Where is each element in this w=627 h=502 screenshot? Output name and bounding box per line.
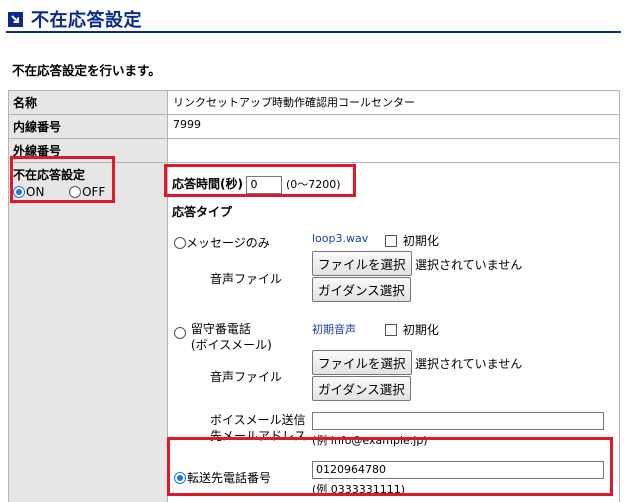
message-only-reset[interactable]: 初期化 (385, 232, 439, 249)
voicemail-file-status: 選択されていません (415, 357, 523, 371)
table-row: 不在応答設定 ON OFF 応答時間(秒) 0 (0〜7200) 応答タイプ メ… (8, 162, 620, 502)
radio-empty-icon[interactable] (69, 186, 82, 198)
message-only-option[interactable]: メッセージのみ (174, 234, 270, 251)
forward-number-example: (例 0333331111) (312, 483, 406, 496)
extension-value: 7999 (167, 114, 620, 139)
voicemail-option[interactable]: 留守番電話 (ボイスメール) (174, 321, 272, 353)
voicemail-audio-label: 音声ファイル (210, 370, 283, 384)
voicemail-guidance-wrap: ガイダンス選択 (312, 376, 411, 401)
page-title: 不在応答設定 (31, 10, 142, 31)
voicemail-label-line2: (ボイスメール) (190, 338, 272, 352)
page-header: 不在応答設定 (8, 7, 142, 31)
voicemail-email-input[interactable] (312, 412, 604, 430)
voicemail-file-picker: ファイルを選択 選択されていません (312, 350, 522, 375)
voicemail-reset[interactable]: 初期化 (385, 321, 439, 338)
checkbox-icon[interactable] (385, 324, 397, 336)
response-time-range: (0〜7200) (285, 178, 341, 191)
voicemail-guidance-button[interactable]: ガイダンス選択 (312, 376, 411, 401)
voicemail-file-button[interactable]: ファイルを選択 (312, 350, 412, 375)
table-row: 外線番号 (8, 138, 620, 163)
response-time-label: 応答時間(秒) (172, 177, 243, 191)
table-row: 内線番号 7999 (8, 114, 620, 139)
settings-table: 名称 リンクセットアップ時動作確認用コールセンター 内線番号 7999 外線番号… (8, 90, 620, 502)
voicemail-email-label: ボイスメール送信 先メールアドレス (210, 412, 306, 444)
radio-selected-icon[interactable] (174, 472, 186, 484)
absence-cell: 不在応答設定 ON OFF (8, 162, 168, 502)
name-value: リンクセットアップ時動作確認用コールセンター (167, 90, 620, 115)
header-divider (6, 31, 621, 33)
voicemail-file-name[interactable]: 初期音声 (312, 321, 356, 337)
forward-label: 転送先電話番号 (187, 471, 272, 485)
arrow-down-right-icon (8, 11, 23, 27)
forward-number-input[interactable]: 0120964780 (312, 461, 604, 479)
radio-empty-icon[interactable] (174, 327, 186, 339)
name-label: 名称 (8, 90, 168, 115)
external-value (167, 138, 620, 163)
response-time-input[interactable]: 0 (246, 176, 283, 194)
response-type-label: 応答タイプ (172, 205, 233, 219)
message-only-audio-label: 音声ファイル (210, 272, 283, 286)
absence-off-radio[interactable] (69, 185, 82, 199)
message-only-file-picker: ファイルを選択 選択されていません (312, 251, 522, 276)
absence-on-radio[interactable] (13, 185, 25, 199)
response-time-group: 応答時間(秒) 0 (0〜7200) (172, 175, 341, 194)
response-settings-cell: 応答時間(秒) 0 (0〜7200) 応答タイプ メッセージのみ loop3.w… (167, 162, 620, 502)
message-only-label: メッセージのみ (186, 236, 270, 250)
message-only-file-status: 選択されていません (415, 258, 523, 272)
absence-label: 不在応答設定 (13, 168, 86, 182)
voicemail-email-label-line2: 先メールアドレス (210, 429, 307, 443)
absence-off-label: OFF (82, 185, 106, 199)
voicemail-email-example: (例 info@example.jp) (312, 434, 428, 447)
message-only-guidance-wrap: ガイダンス選択 (312, 277, 411, 302)
absence-toggle-group: ON OFF (13, 185, 163, 199)
message-only-file-name[interactable]: loop3.wav (312, 232, 368, 245)
absence-on-label: ON (26, 185, 45, 199)
message-only-reset-label: 初期化 (402, 234, 439, 248)
checkbox-icon[interactable] (385, 235, 397, 247)
message-only-guidance-button[interactable]: ガイダンス選択 (312, 277, 411, 302)
table-row: 名称 リンクセットアップ時動作確認用コールセンター (8, 90, 620, 115)
intro-text: 不在応答設定を行います。 (12, 63, 161, 78)
extension-label: 内線番号 (8, 114, 168, 139)
radio-selected-icon[interactable] (13, 186, 25, 198)
external-label: 外線番号 (8, 138, 168, 163)
voicemail-label-line1: 留守番電話 (190, 322, 251, 336)
voicemail-email-label-line1: ボイスメール送信 (210, 413, 306, 427)
message-only-file-button[interactable]: ファイルを選択 (312, 251, 412, 276)
radio-empty-icon[interactable] (174, 237, 186, 249)
forward-option[interactable]: 転送先電話番号 (174, 469, 271, 486)
voicemail-reset-label: 初期化 (402, 323, 439, 337)
